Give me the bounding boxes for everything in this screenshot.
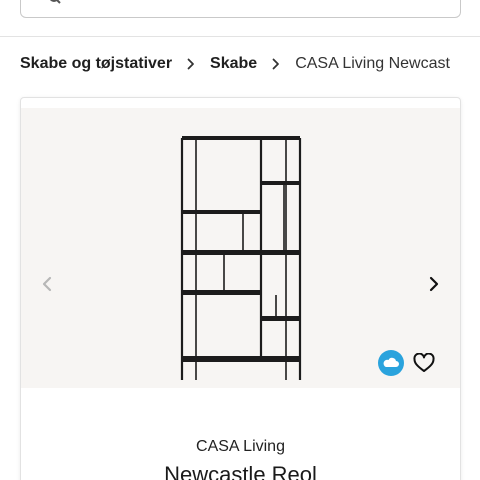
product-image — [180, 136, 302, 380]
search-input[interactable] — [20, 0, 461, 18]
breadcrumb-item-category[interactable]: Skabe og tøjstativer — [20, 55, 172, 73]
header-divider — [0, 36, 480, 37]
breadcrumb-item-current: CASA Living Newcast — [295, 55, 450, 72]
3d-view-icon — [383, 357, 399, 367]
product-card[interactable]: CASA Living Newcastle Reol — [20, 97, 461, 480]
product-brand[interactable]: CASA Living — [21, 438, 460, 456]
breadcrumb-item-subcategory[interactable]: Skabe — [210, 55, 257, 73]
gallery-next-button[interactable] — [422, 272, 446, 296]
wishlist-button[interactable] — [412, 351, 436, 375]
chevron-right-icon — [172, 58, 210, 70]
product-gallery[interactable] — [21, 108, 460, 388]
breadcrumb: Skabe og tøjstativer Skabe CASA Living N… — [20, 52, 480, 76]
chevron-right-icon — [257, 58, 295, 70]
3d-view-button[interactable] — [378, 350, 404, 376]
chevron-left-icon — [42, 276, 52, 292]
chevron-right-icon — [429, 276, 439, 292]
product-title[interactable]: Newcastle Reol — [21, 462, 460, 480]
search-icon — [50, 0, 61, 4]
heart-icon — [413, 353, 435, 372]
gallery-prev-button[interactable] — [35, 272, 59, 296]
